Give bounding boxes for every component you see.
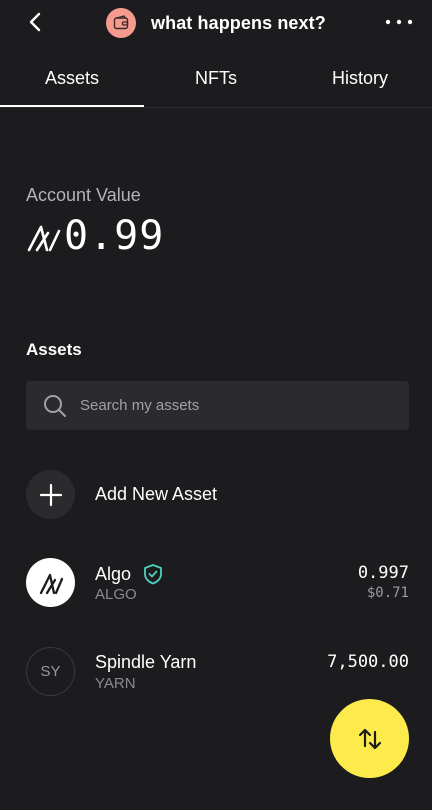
account-value-amount: 0.99 [64,213,165,259]
tab-nfts-label: NFTs [195,68,237,88]
asset-name: Algo [95,563,164,585]
app-header: what happens next? [0,0,432,46]
plus-icon [39,483,62,506]
asset-ticker: YARN [95,675,136,692]
wallet-screen: what happens next? Assets NFTs History A… [0,0,432,810]
swap-fab-button[interactable] [330,699,409,778]
tab-history-label: History [331,68,388,88]
tab-bar: Assets NFTs History [0,58,432,108]
asset-row-yarn[interactable]: SY Spindle Yarn YARN 7,500.00 [26,647,409,697]
yarn-asset-icon: SY [26,647,75,696]
asset-row-algo[interactable]: Algo ALGO 0.997 $0.71 [26,558,409,608]
chevron-left-icon [29,12,41,32]
assets-section-title: Assets [26,340,82,359]
asset-fiat-value: $0.71 [366,585,409,601]
search-input[interactable] [80,397,380,414]
wallet-title[interactable]: what happens next? [106,7,326,39]
wallet-badge [106,8,136,38]
tab-nfts[interactable]: NFTs [144,58,288,107]
search-icon [44,394,66,417]
add-new-asset-button[interactable]: Add New Asset [26,470,217,519]
tab-assets[interactable]: Assets [0,58,144,107]
asset-name-text: Algo [95,563,132,584]
algo-icon [39,573,63,594]
more-options-button[interactable] [382,10,416,34]
wallet-name: what happens next? [151,12,326,33]
more-horizontal-icon [385,19,413,25]
asset-ticker: ALGO [95,586,137,603]
tab-history[interactable]: History [288,58,432,107]
add-new-asset-label: Add New Asset [95,484,218,504]
wallet-icon [113,15,129,30]
verified-shield-icon [144,564,162,585]
account-value: 0.99 [26,213,164,259]
search-box[interactable] [26,381,409,430]
account-value-label: Account Value [26,185,141,205]
add-asset-circle [26,470,75,519]
algo-icon [27,225,61,252]
asset-name: Spindle Yarn [95,652,196,673]
asset-amount: 0.997 [357,563,409,583]
algo-asset-icon [26,558,75,607]
asset-amount: 7,500.00 [327,652,409,672]
swap-vertical-icon [358,728,381,749]
tab-assets-label: Assets [44,68,100,88]
back-button[interactable] [22,8,50,36]
asset-name-text: Spindle Yarn [95,652,197,672]
active-tab-indicator [0,105,144,107]
